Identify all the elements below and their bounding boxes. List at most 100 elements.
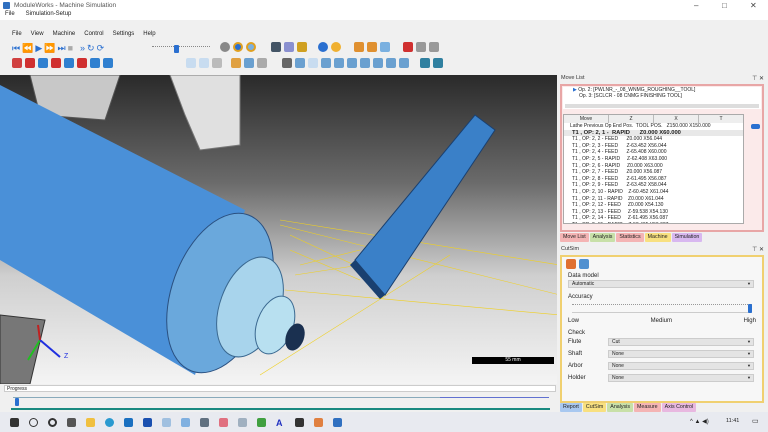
close-button[interactable]: ✕ (750, 1, 757, 10)
move-row[interactable]: T1 , OP: 2, 13 - FEED Z-59.538 X54.130 (572, 209, 743, 216)
flag2-icon[interactable] (429, 42, 439, 52)
app2-icon[interactable] (181, 417, 190, 427)
move-row[interactable]: T1 , OP: 2, 15 - RAPID Z-58.495 X59.087 (572, 222, 743, 223)
zoom-window-icon[interactable] (380, 42, 390, 52)
cube-bottom-icon[interactable] (90, 58, 100, 68)
app8-icon[interactable] (314, 417, 323, 427)
repeat-icon[interactable]: ↻ (87, 43, 95, 54)
moduleworks-taskbar-icon[interactable] (333, 417, 342, 427)
pin-icon[interactable] (403, 42, 413, 52)
zoom-icon[interactable] (367, 42, 377, 52)
clock[interactable]: 11:41 (726, 418, 739, 424)
task-view-icon[interactable] (67, 417, 76, 427)
file-explorer-icon[interactable] (86, 417, 95, 427)
accuracy-slider[interactable] (572, 300, 752, 318)
pin-close-icons[interactable]: ⊤ ✕ (752, 246, 764, 253)
move-row[interactable]: T1 , OP: 2, 2 - FEED Z0.000 X56.044 (572, 136, 743, 143)
settings-icon[interactable] (297, 42, 307, 52)
stock-icon[interactable] (231, 58, 241, 68)
chevron-down-icon[interactable]: ▼ (747, 363, 751, 369)
move-row[interactable]: T1 , OP: 2, 12 - FEED Z0.000 X54.130 (572, 202, 743, 209)
current-move-row[interactable]: T1 , OP: 2, 1 - RAPID Z0.000 X60.000 (564, 129, 743, 137)
tab-cutsim[interactable]: CutSim (582, 403, 607, 412)
cube-iso-icon[interactable] (103, 58, 113, 68)
maximize-button[interactable]: □ (722, 1, 727, 10)
app3-icon[interactable] (219, 417, 228, 427)
move-grid[interactable]: Move Z X T Lathe Previous Op End Pos. TOOL … (563, 114, 744, 224)
forward-end-icon[interactable]: ⏭ (57, 43, 65, 54)
tab-machine[interactable]: Machine (644, 233, 671, 242)
tray-icons[interactable]: ^ ▲ ◀) (690, 418, 709, 425)
fit-icon[interactable] (354, 42, 364, 52)
tree-item-op3[interactable]: Op. 3: [SCLCR - 08 CNMG FINISHING TOOL] (573, 93, 761, 99)
accuracy-slider-handle[interactable] (748, 304, 752, 313)
fit-all-icon[interactable] (12, 58, 22, 68)
hand-icon[interactable] (212, 58, 222, 68)
notifications-icon[interactable]: ▭ (752, 417, 759, 425)
app6-icon[interactable]: A (276, 418, 285, 428)
outlook-icon[interactable] (124, 417, 133, 427)
gauge-icon[interactable] (220, 42, 230, 52)
progress-slider-handle[interactable] (15, 398, 19, 406)
menu-control[interactable]: Control (84, 31, 103, 37)
stop-icon[interactable]: ■ (68, 43, 73, 54)
tab-report[interactable]: Report (560, 403, 582, 412)
tab-measure[interactable]: Measure (634, 403, 661, 412)
start-icon[interactable] (10, 417, 19, 427)
chevron-down-icon[interactable]: ▼ (747, 351, 751, 357)
app-icon[interactable] (162, 417, 171, 427)
move-row[interactable]: T1 , OP: 2, 5 - RAPID Z-62.408 X63.000 (572, 156, 743, 163)
camera-icon[interactable] (246, 42, 256, 52)
machine-icon[interactable] (271, 42, 281, 52)
cutsim-run-icon[interactable] (566, 259, 576, 269)
move-row[interactable]: T1 , OP: 2, 4 - FEED Z-65.408 X60.000 (572, 149, 743, 156)
menu-settings[interactable]: Settings (113, 31, 135, 37)
path6-icon[interactable] (386, 58, 396, 68)
data-model-select[interactable]: Automatic ▼ (568, 280, 754, 288)
loop-icon[interactable]: ⟳ (97, 43, 105, 54)
path-icon[interactable] (321, 58, 331, 68)
display-icon[interactable] (284, 42, 294, 52)
minimize-button[interactable]: – (694, 1, 698, 10)
cube-front-icon[interactable] (25, 58, 35, 68)
tab-move-list[interactable]: Move List (560, 233, 589, 242)
move-row[interactable]: T1 , OP: 2, 10 - RAPID Z-60.452 X61.044 (572, 189, 743, 196)
cutsim-settings-icon[interactable] (579, 259, 589, 269)
path3-icon[interactable] (347, 58, 357, 68)
word-icon[interactable] (143, 417, 152, 427)
menu-machine[interactable]: Machine (53, 31, 76, 37)
app7-icon[interactable] (295, 417, 304, 427)
move-row[interactable]: T1 , OP: 2, 14 - FEED Z-61.495 X56.087 (572, 215, 743, 222)
part-icon[interactable] (244, 58, 254, 68)
path2-icon[interactable] (334, 58, 344, 68)
step-forward-icon[interactable]: ⏩ (44, 43, 55, 54)
check-select[interactable]: None ▼ (608, 373, 754, 382)
move-row[interactable]: T1 , OP: 2, 11 - RAPID Z0.000 X61.044 (572, 196, 743, 203)
cube-top-icon[interactable] (38, 58, 48, 68)
light-icon[interactable] (331, 42, 341, 52)
globe-icon[interactable] (318, 42, 328, 52)
cortana-icon[interactable] (48, 417, 57, 427)
move-row[interactable]: T1 , OP: 2, 7 - FEED Z0.000 X56.087 (572, 169, 743, 176)
chevron-down-icon[interactable]: ▼ (747, 375, 751, 381)
tab-statistics[interactable]: Statistics (616, 233, 644, 242)
toolpath2-icon[interactable] (433, 58, 443, 68)
holder-view-icon[interactable] (199, 58, 209, 68)
measure-icon[interactable] (282, 58, 292, 68)
pin-close-icons[interactable]: ⊤ ✕ (752, 75, 764, 82)
flag-icon[interactable] (416, 42, 426, 52)
search-icon[interactable] (29, 417, 38, 427)
prev-op-row[interactable]: Lathe Previous Op End Pos. TOOL POS. Z15… (564, 123, 743, 130)
slider-handle[interactable] (174, 45, 179, 53)
tree-hscrollbar[interactable] (565, 104, 759, 108)
app5-icon[interactable] (257, 417, 266, 427)
operation-tree[interactable]: ▶ Op. 2: [PWLNR_-_08_WNMG_ROUGHING__TOOL… (563, 87, 761, 109)
rewind-start-icon[interactable]: ⏮ (12, 43, 20, 54)
move-row[interactable]: T1 , OP: 2, 8 - FEED Z-61.495 X56.087 (572, 176, 743, 183)
edge-icon[interactable] (105, 417, 114, 427)
tab-axis-control[interactable]: Axis Control (661, 403, 697, 412)
cube-back-icon[interactable] (77, 58, 87, 68)
step-back-icon[interactable]: ⏪ (22, 43, 33, 54)
3d-viewport[interactable]: Z 55 mm (0, 75, 557, 384)
toolpath-icon[interactable] (420, 58, 430, 68)
